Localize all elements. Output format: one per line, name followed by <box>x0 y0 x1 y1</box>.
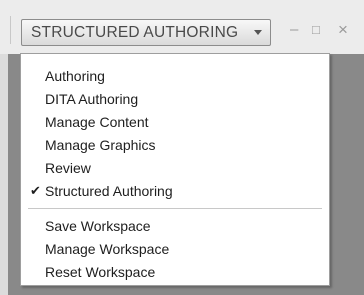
panel-edge <box>0 54 8 295</box>
menu-item-authoring[interactable]: Authoring <box>45 66 105 86</box>
maximize-button[interactable]: □ <box>312 22 320 38</box>
menu-item-structured-authoring[interactable]: Structured Authoring <box>45 181 173 201</box>
checkmark-icon: ✔ <box>30 183 41 198</box>
menu-item-manage-content[interactable]: Manage Content <box>45 112 149 132</box>
menu-item-dita-authoring[interactable]: DITA Authoring <box>45 89 138 109</box>
menu-item-review[interactable]: Review <box>45 158 91 178</box>
application-bar: STRUCTURED AUTHORING – □ × <box>0 0 364 54</box>
menu-item-save-workspace[interactable]: Save Workspace <box>45 216 151 236</box>
workspace-menu: Authoring DITA Authoring Manage Content … <box>20 53 330 286</box>
minimize-button[interactable]: – <box>290 22 298 38</box>
dropdown-arrow-icon[interactable] <box>254 30 262 35</box>
menu-item-manage-workspace[interactable]: Manage Workspace <box>45 239 169 259</box>
menu-divider <box>28 208 322 209</box>
close-button[interactable]: × <box>338 21 348 38</box>
toolbar-separator <box>10 16 11 44</box>
current-workspace-label: STRUCTURED AUTHORING <box>31 23 239 41</box>
menu-item-manage-graphics[interactable]: Manage Graphics <box>45 135 156 155</box>
menu-item-reset-workspace[interactable]: Reset Workspace <box>45 262 155 282</box>
workspace-switcher-dropdown[interactable]: STRUCTURED AUTHORING <box>21 19 271 46</box>
